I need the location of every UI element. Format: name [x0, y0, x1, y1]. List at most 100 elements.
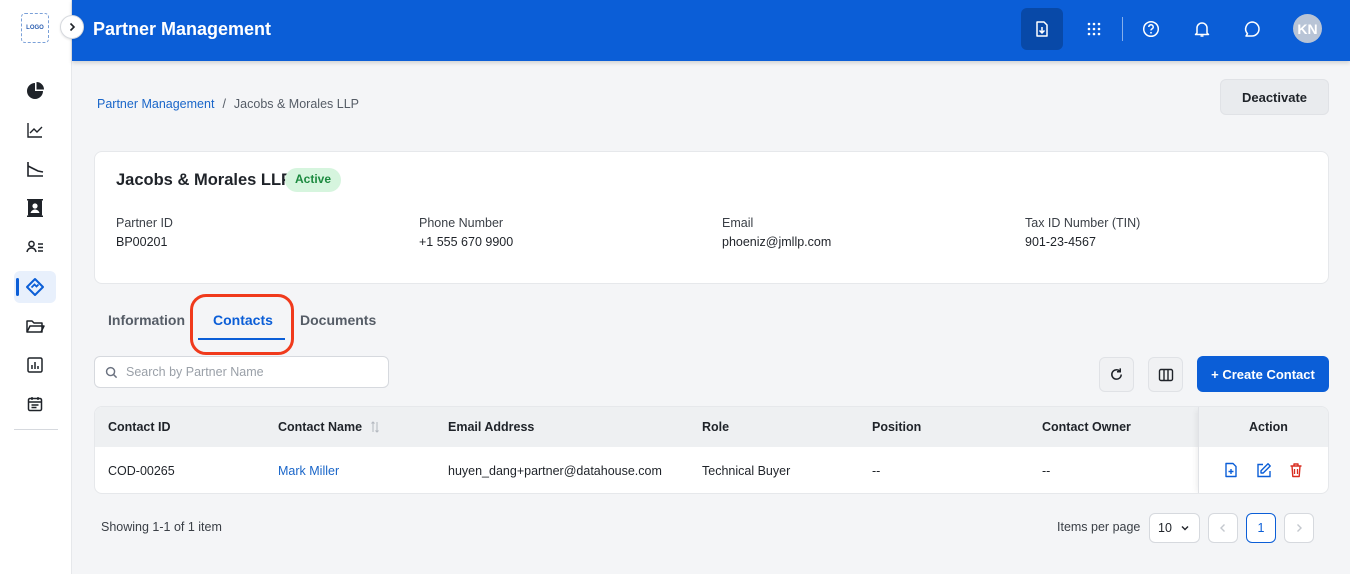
columns-icon	[1158, 368, 1173, 381]
breadcrumb-separator: /	[222, 97, 226, 111]
column-header-email: Email Address	[448, 420, 535, 434]
nav-contacts[interactable]	[14, 192, 56, 224]
column-header-contact-name[interactable]: Contact Name	[278, 420, 380, 434]
top-header: Partner Management KN	[72, 0, 1350, 61]
deactivate-button[interactable]: Deactivate	[1220, 79, 1329, 115]
next-page-button[interactable]	[1284, 513, 1314, 543]
view-contact-button[interactable]	[1222, 461, 1240, 479]
column-header-contact-id: Contact ID	[108, 420, 171, 434]
notifications-button[interactable]	[1181, 8, 1223, 50]
apps-button[interactable]	[1073, 8, 1115, 50]
column-header-position: Position	[872, 420, 922, 434]
cell-role: Technical Buyer	[702, 464, 791, 478]
user-list-icon	[26, 240, 43, 253]
search-box	[94, 356, 389, 388]
chevron-right-icon	[69, 22, 76, 32]
chat-icon	[1244, 21, 1260, 37]
area-chart-icon	[27, 162, 44, 177]
columns-button[interactable]	[1148, 357, 1183, 392]
tab-information[interactable]: Information	[108, 312, 185, 328]
download-icon	[1036, 21, 1048, 37]
field-email: Email phoeniz@jmllp.com	[722, 216, 831, 249]
refresh-icon	[1111, 368, 1122, 380]
cell-position: --	[872, 464, 881, 478]
nav-calendar[interactable]	[14, 388, 56, 420]
page-button-current[interactable]: 1	[1246, 513, 1276, 543]
app-title: Partner Management	[93, 19, 272, 39]
nav-partners[interactable]	[14, 271, 56, 303]
contacts-table: Contact ID Contact Name Email Address Ro…	[94, 406, 1329, 494]
help-icon	[1142, 20, 1160, 38]
chevron-right-icon	[1297, 524, 1302, 532]
folder-icon	[26, 320, 45, 333]
field-label: Partner ID	[116, 216, 173, 230]
prev-page-button[interactable]	[1208, 513, 1238, 543]
field-value: phoeniz@jmllp.com	[722, 235, 832, 249]
chat-button[interactable]	[1231, 8, 1273, 50]
field-label: Tax ID Number (TIN)	[1025, 216, 1141, 230]
items-per-page-label: Items per page	[1057, 520, 1141, 534]
column-header-label: Contact Name	[278, 420, 363, 434]
field-value: +1 555 670 9900	[419, 235, 514, 249]
nav-analytics[interactable]	[14, 114, 56, 146]
search-input[interactable]	[126, 365, 366, 379]
refresh-button[interactable]	[1099, 357, 1134, 392]
trend-line-icon	[27, 123, 43, 138]
column-header-owner: Contact Owner	[1042, 420, 1131, 434]
sidebar: LOGO	[0, 0, 72, 574]
field-partner-id: Partner ID BP00201	[116, 216, 173, 249]
report-icon	[27, 357, 43, 373]
field-label: Email	[722, 216, 754, 230]
edit-contact-button[interactable]	[1254, 461, 1272, 479]
field-phone: Phone Number +1 555 670 9900	[419, 216, 513, 249]
create-contact-button[interactable]: + Create Contact	[1197, 356, 1329, 392]
trash-icon	[1290, 463, 1302, 478]
pie-chart-icon	[27, 82, 44, 99]
breadcrumb-parent-link[interactable]: Partner Management	[97, 97, 214, 111]
apps-grid-icon	[1087, 22, 1101, 36]
field-value: BP00201	[116, 235, 168, 249]
download-button[interactable]	[1021, 8, 1063, 50]
field-label: Phone Number	[419, 216, 504, 230]
contact-card-icon	[27, 199, 43, 217]
partner-summary-card: Jacobs & Morales LLP Active Partner ID B…	[94, 151, 1329, 284]
status-badge: Active	[285, 168, 342, 192]
bell-icon	[1194, 22, 1210, 37]
partner-name: Jacobs & Morales LLP	[116, 171, 293, 189]
cell-contact-name-link[interactable]: Mark Miller	[278, 464, 339, 478]
header-separator	[1122, 17, 1123, 41]
breadcrumb: Partner Management / Jacobs & Morales LLP	[97, 97, 359, 111]
cell-email: huyen_dang+partner@datahouse.com	[448, 464, 662, 478]
showing-count: Showing 1-1 of 1 item	[101, 520, 222, 534]
column-header-action: Action	[1249, 420, 1288, 434]
nav-users[interactable]	[14, 231, 56, 263]
nav-documents[interactable]	[14, 310, 56, 342]
logo: LOGO	[21, 13, 49, 43]
delete-contact-button[interactable]	[1287, 461, 1305, 479]
nav-dashboard[interactable]	[14, 75, 56, 107]
action-column: Action	[1198, 407, 1328, 493]
items-per-page-select[interactable]: 10	[1149, 513, 1200, 543]
breadcrumb-current: Jacobs & Morales LLP	[233, 97, 359, 111]
column-header-role: Role	[702, 420, 730, 434]
cell-contact-id: COD-00265	[108, 464, 175, 478]
help-button[interactable]	[1130, 8, 1172, 50]
add-document-icon	[1225, 462, 1237, 478]
cell-owner: --	[1042, 464, 1051, 478]
partner-handshake-icon	[26, 278, 44, 296]
sidebar-divider	[14, 429, 58, 430]
chevron-down-icon	[1181, 526, 1189, 531]
tab-documents[interactable]: Documents	[300, 312, 376, 328]
field-value: 901-23-4567	[1025, 235, 1096, 249]
nav-forecast[interactable]	[14, 153, 56, 185]
sidebar-toggle-button[interactable]	[60, 15, 84, 39]
calendar-icon	[27, 397, 43, 412]
items-per-page-value: 10	[1158, 521, 1172, 535]
search-icon	[105, 366, 118, 378]
nav-reports[interactable]	[14, 349, 56, 381]
sort-icon[interactable]	[370, 421, 380, 433]
chevron-left-icon	[1220, 524, 1225, 532]
user-avatar[interactable]: KN	[1293, 14, 1322, 43]
edit-icon	[1256, 462, 1271, 477]
tab-highlight-annotation	[190, 294, 294, 355]
